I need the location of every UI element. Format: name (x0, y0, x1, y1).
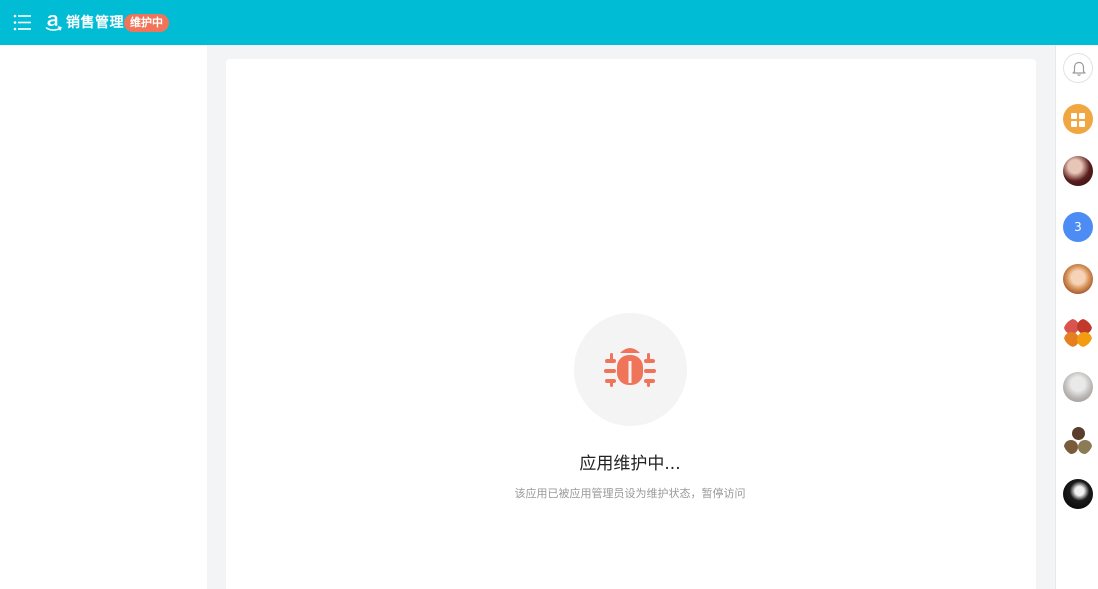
bell-icon (1070, 60, 1088, 78)
notification-bell-button[interactable] (1063, 53, 1093, 83)
user-avatar[interactable] (1063, 479, 1093, 509)
user-avatar[interactable] (1063, 372, 1093, 402)
maintenance-status-badge: 维护中 (124, 14, 169, 32)
bug-icon (602, 341, 658, 397)
menu-list-icon[interactable] (13, 13, 32, 32)
user-avatar-number[interactable]: 3 (1063, 212, 1093, 242)
maintenance-description: 该应用已被应用管理员设为维护状态，暂停访问 (514, 487, 746, 500)
grid-apps-icon (1071, 112, 1085, 127)
group-avatar[interactable] (1063, 318, 1093, 348)
top-header: 销售管理 维护中 (0, 0, 1098, 45)
apps-grid-button[interactable] (1063, 104, 1093, 134)
user-avatar[interactable] (1063, 156, 1093, 186)
bug-icon-circle (574, 313, 687, 426)
left-sidebar (0, 45, 207, 589)
amazon-logo-icon (44, 12, 63, 33)
group-avatar[interactable] (1063, 426, 1093, 456)
maintenance-title: 应用维护中... (579, 454, 681, 474)
user-avatar[interactable] (1063, 264, 1093, 294)
app-title: 销售管理 (66, 15, 124, 31)
